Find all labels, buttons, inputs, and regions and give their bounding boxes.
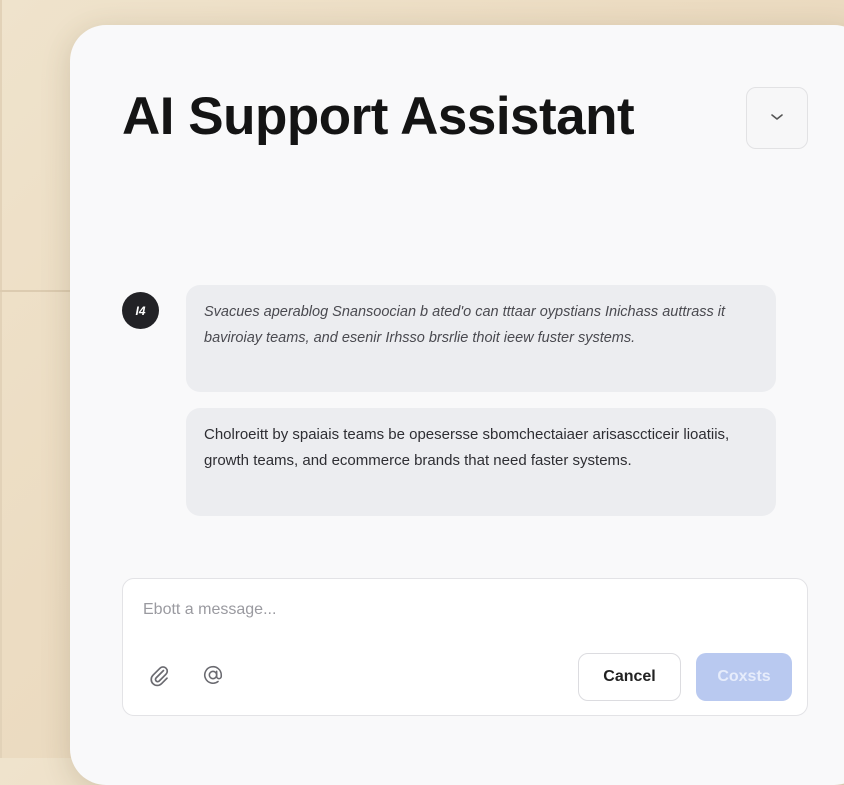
at-sign-icon — [202, 664, 224, 691]
message-bubble: Svacues aperablog Snansoocian b ated'o c… — [186, 285, 776, 392]
background-seam — [0, 0, 2, 758]
panel-title: AI Support Assistant — [122, 87, 635, 146]
message-bubble: Cholroeitt by spaiais teams be opesersse… — [186, 408, 776, 516]
chat-panel: AI Support Assistant I4 Svacues aperablo… — [70, 25, 844, 785]
mention-button[interactable] — [199, 663, 227, 691]
assistant-avatar: I4 — [122, 292, 159, 329]
cancel-button[interactable]: Cancel — [578, 653, 681, 701]
chevron-down-icon — [770, 109, 784, 127]
send-button[interactable]: Coxsts — [696, 653, 792, 701]
collapse-button[interactable] — [746, 87, 808, 149]
attach-button[interactable] — [145, 663, 173, 691]
message-input[interactable] — [141, 593, 545, 627]
paperclip-icon — [147, 663, 171, 692]
message-composer: Cancel Coxsts — [122, 578, 808, 716]
